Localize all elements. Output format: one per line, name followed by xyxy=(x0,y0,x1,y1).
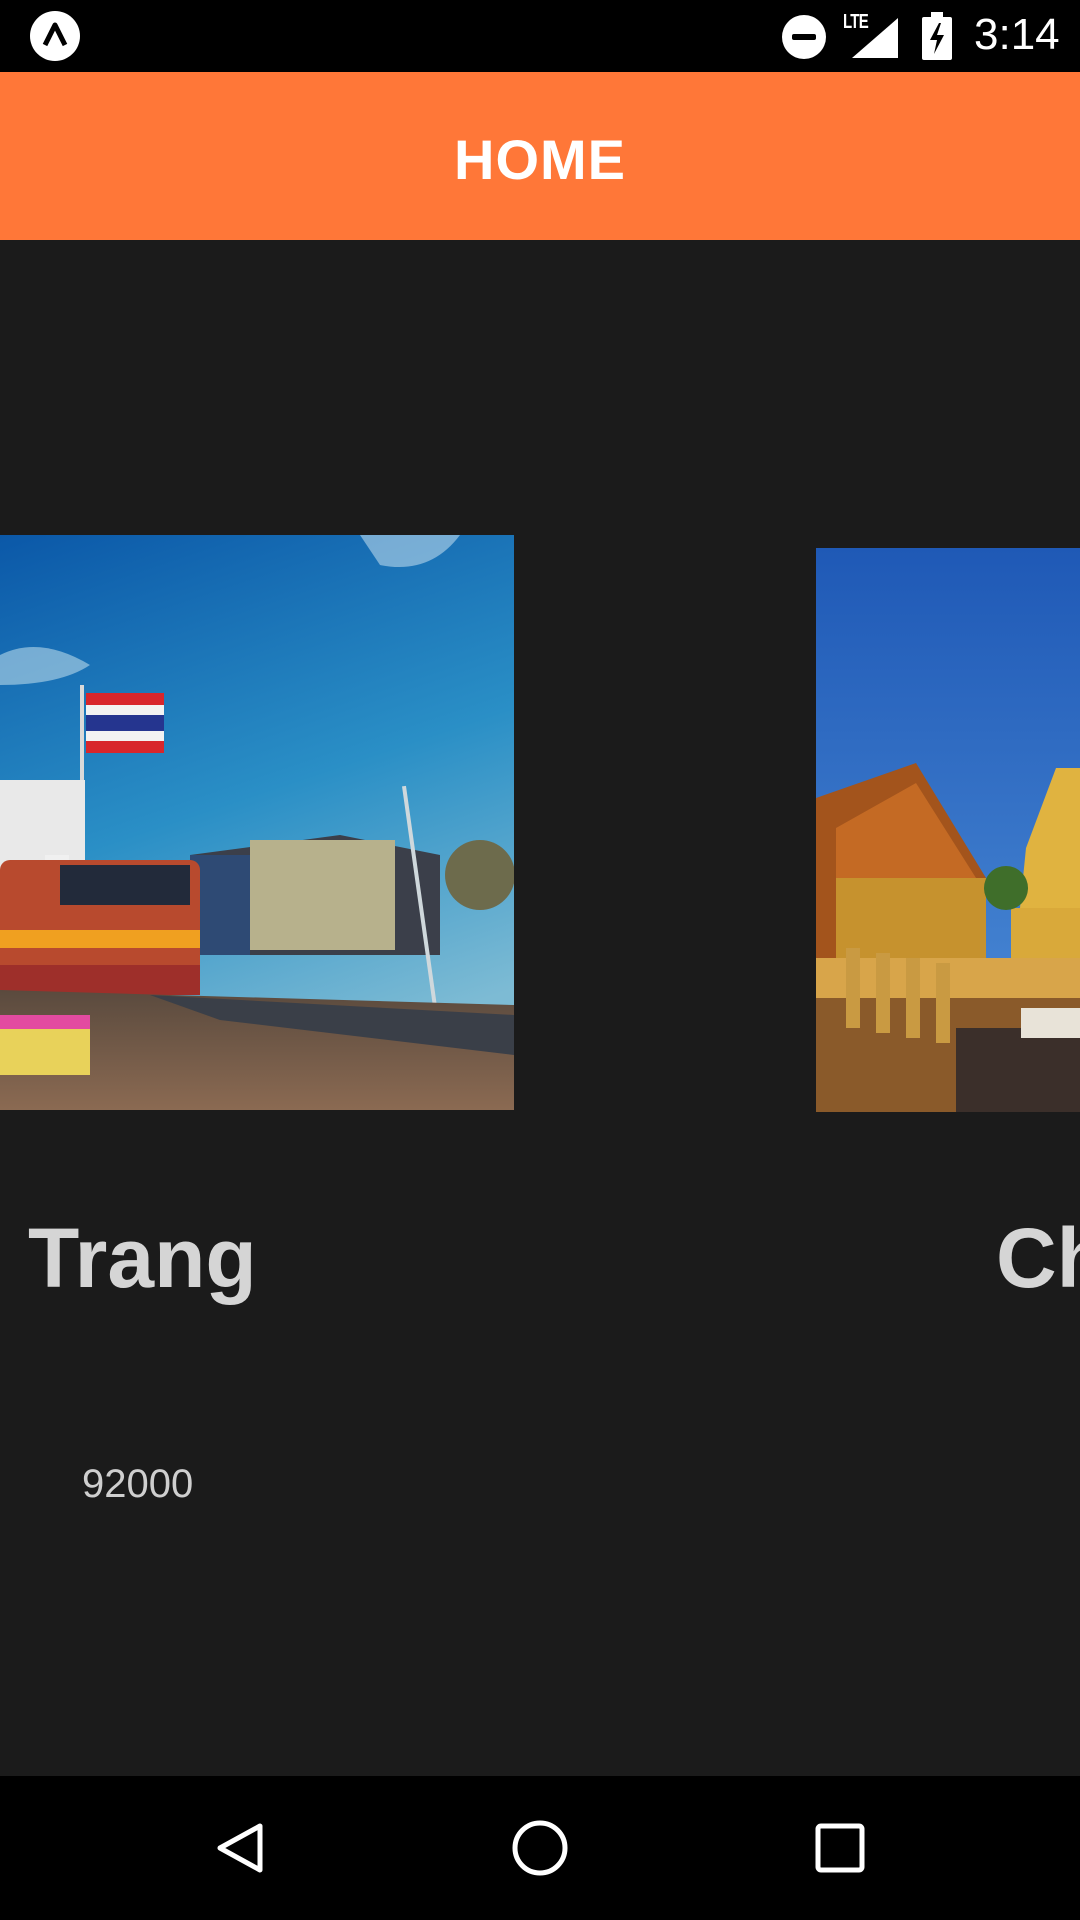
home-button[interactable] xyxy=(460,1776,620,1920)
train-station-photo[interactable] xyxy=(0,535,514,1110)
temple-photo[interactable] xyxy=(816,548,1080,1112)
home-screen: LTE 3:14 HOME Trang 92000 C xyxy=(0,0,1080,1920)
status-clock: 3:14 xyxy=(974,10,1060,59)
card-title[interactable]: Ch xyxy=(996,1210,1080,1307)
back-triangle-icon xyxy=(217,1823,263,1873)
app-notification-icon xyxy=(30,11,80,61)
do-not-disturb-icon xyxy=(782,15,826,59)
status-bar: LTE 3:14 xyxy=(0,0,1080,72)
page-title: HOME xyxy=(454,128,626,191)
signal-strength-icon xyxy=(852,18,898,58)
recents-square-icon xyxy=(815,1823,865,1873)
app-bar: HOME xyxy=(0,72,1080,240)
card-title[interactable]: Trang xyxy=(28,1210,257,1307)
home-circle-icon xyxy=(512,1820,568,1876)
card-subtitle: 92000 xyxy=(82,1462,194,1506)
recents-button[interactable] xyxy=(760,1776,920,1920)
back-button[interactable] xyxy=(160,1776,320,1920)
navigation-bar xyxy=(0,1776,1080,1920)
battery-charging-icon xyxy=(922,12,952,60)
